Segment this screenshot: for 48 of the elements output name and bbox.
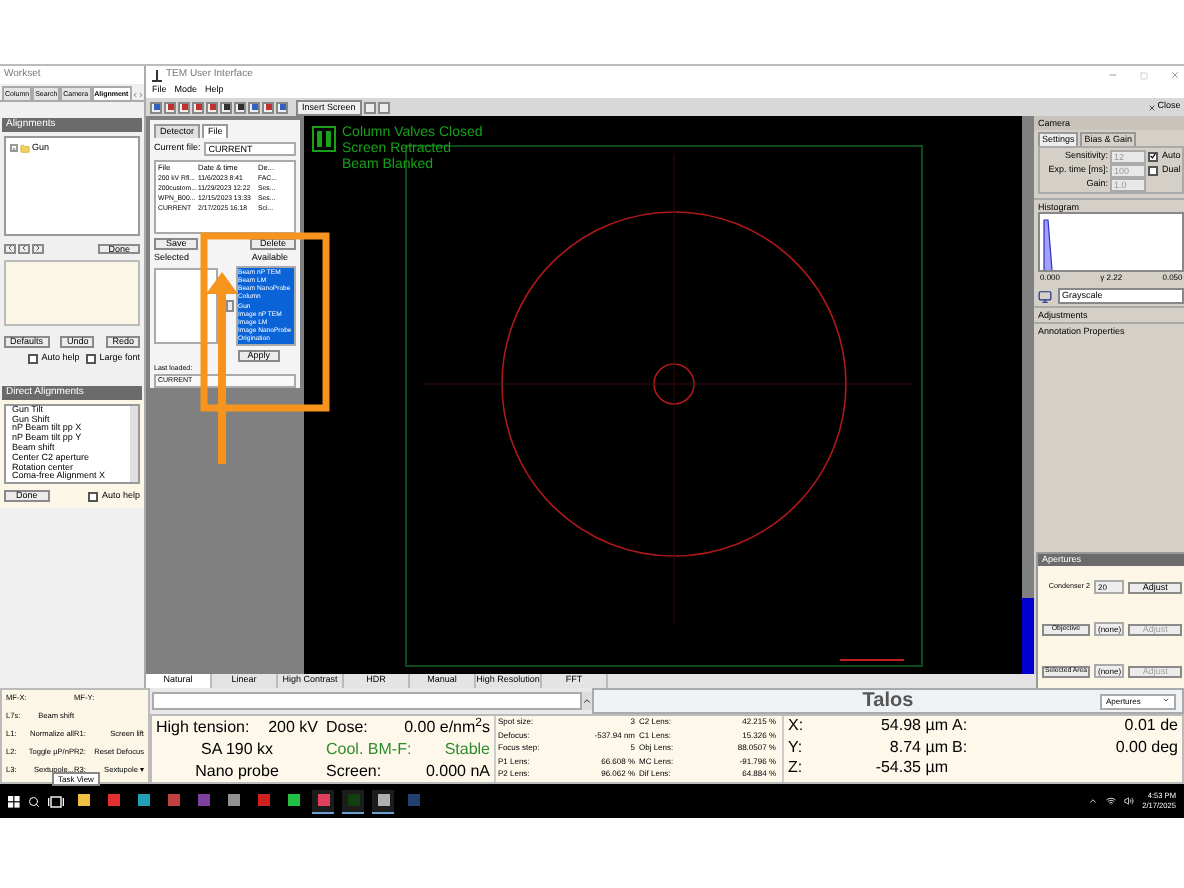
field-value: 0.00 deg (1113, 737, 1178, 758)
move-button[interactable] (226, 299, 234, 312)
field-value: SA 190 kx (198, 738, 276, 760)
search-icon[interactable] (28, 795, 40, 807)
task-view-icon[interactable] (48, 795, 64, 807)
scrollbar-thumb[interactable] (1022, 598, 1034, 674)
taskbar-button[interactable] (372, 789, 394, 813)
first-button[interactable] (4, 243, 16, 253)
taskbar-button[interactable] (312, 789, 334, 813)
field-value: Nano probe (193, 760, 281, 782)
field-label: Dose: (326, 716, 368, 738)
checkbox[interactable] (1148, 165, 1158, 175)
checkbox[interactable] (85, 353, 96, 364)
palette-icon (1038, 289, 1052, 303)
checkbox[interactable] (87, 491, 98, 502)
instrument-title: Talos (862, 688, 914, 716)
field-label: Screen: (326, 760, 382, 782)
axis-label: Y: (788, 737, 805, 758)
back-button[interactable] (18, 243, 30, 253)
folder-icon (20, 143, 30, 154)
tray-expand-icon[interactable] (1088, 796, 1099, 806)
taskbar-button[interactable] (342, 789, 364, 813)
field-value: 200 kV (268, 716, 318, 738)
field-label: Cool. BM-F: (326, 738, 412, 760)
axis-label: Z: (788, 758, 805, 779)
network-icon[interactable] (1106, 796, 1117, 806)
field-value: 0.000 nA (425, 760, 490, 782)
checkbox[interactable] (27, 353, 38, 364)
app-logo-icon (152, 69, 162, 81)
field-value: 0.01 de (1122, 716, 1178, 737)
field-value: 0.00 e/nm$^{2}$s (404, 716, 490, 738)
next-button[interactable] (32, 243, 44, 253)
volume-icon[interactable] (1124, 796, 1135, 806)
scroll-up-icon[interactable] (582, 692, 592, 710)
field-value: 54.98 µm (878, 716, 948, 737)
command-field[interactable] (152, 692, 582, 710)
field-value: 8.74 µm (887, 737, 948, 758)
axis-label: B: (950, 737, 970, 758)
pause-icon (312, 126, 336, 152)
start-icon[interactable] (8, 795, 20, 807)
axis-label: X: (788, 716, 806, 737)
field-label: High tension: (156, 716, 250, 738)
field-value: Stable (444, 738, 490, 760)
scrollbar[interactable] (130, 405, 138, 482)
checkbox[interactable] (1148, 151, 1158, 161)
expand-icon[interactable] (10, 144, 18, 153)
field-value: -54.35 µm (873, 758, 948, 779)
axis-label: A: (950, 716, 970, 737)
